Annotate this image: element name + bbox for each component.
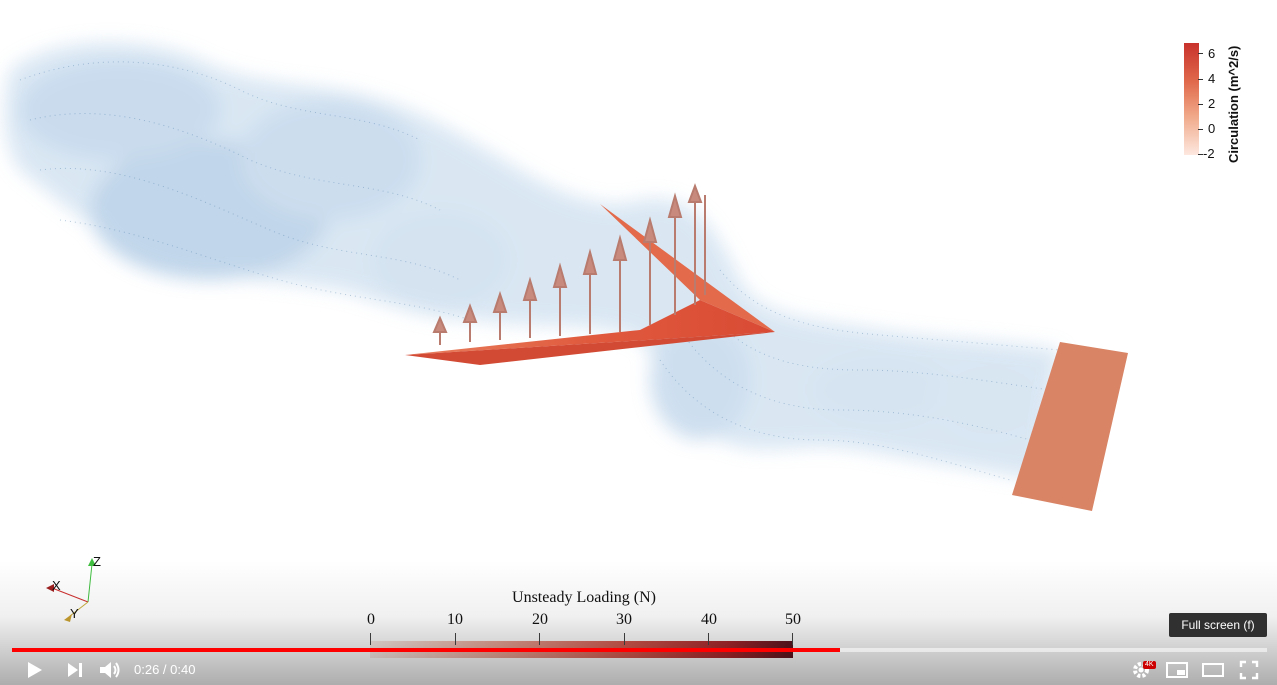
video-viewport[interactable]: Circulation (m^2/s) 6 4 2 0 -2 Z X Y Uns… xyxy=(0,0,1277,685)
volume-icon xyxy=(100,662,120,678)
circulation-tick-label: -2 xyxy=(1203,146,1215,161)
next-button[interactable] xyxy=(61,656,89,684)
current-time: 0:26 xyxy=(134,662,160,677)
circulation-tick-label: 4 xyxy=(1208,71,1216,86)
theater-icon xyxy=(1202,663,1224,677)
axis-x-label: X xyxy=(52,578,61,593)
skip-next-icon xyxy=(68,663,82,677)
time-display: 0:26 / 0:40 xyxy=(134,662,195,677)
loading-tick-label: 50 xyxy=(785,611,801,628)
circulation-title-text: Circulation (m^2/s) xyxy=(1226,45,1241,163)
volume-button[interactable] xyxy=(96,656,124,684)
loading-tick-label: 20 xyxy=(532,611,548,628)
time-separator: / xyxy=(159,662,171,677)
circulation-tick-mark xyxy=(1198,79,1203,80)
circulation-tick-mark xyxy=(1198,104,1203,105)
loading-tick-mark xyxy=(624,633,625,645)
circulation-tick-label: 0 xyxy=(1208,121,1216,136)
circulation-tick-label: 6 xyxy=(1208,46,1216,61)
settings-wrapper: 4K xyxy=(1131,659,1156,681)
circulation-tick-label: 2 xyxy=(1208,96,1216,111)
loading-tick-label: 0 xyxy=(367,611,375,628)
quality-badge: 4K xyxy=(1143,661,1156,669)
theater-mode-button[interactable] xyxy=(1199,656,1227,684)
fullscreen-icon xyxy=(1239,660,1259,680)
loading-tick-mark xyxy=(539,633,540,645)
axes-triad: Z X Y xyxy=(40,552,110,627)
loading-legend-title: Unsteady Loading (N) xyxy=(512,589,656,606)
loading-tick-label: 30 xyxy=(616,611,632,628)
progress-bar[interactable] xyxy=(12,648,1267,652)
play-button[interactable] xyxy=(20,656,48,684)
fullscreen-button[interactable] xyxy=(1235,656,1263,684)
loading-tick-mark xyxy=(708,633,709,645)
miniplayer-icon xyxy=(1166,662,1188,678)
circulation-tick-mark xyxy=(1198,129,1203,130)
loading-tick-label: 10 xyxy=(447,611,463,628)
play-icon xyxy=(28,662,42,678)
circulation-legend-title: Circulation (m^2/s) xyxy=(1226,35,1241,165)
axis-z-label: Z xyxy=(93,554,101,569)
loading-tick-mark xyxy=(455,633,456,645)
simulation-scene xyxy=(4,42,1128,511)
loading-tick-label: 40 xyxy=(701,611,717,628)
loading-tick-mark xyxy=(792,633,793,645)
axis-y-label: Y xyxy=(70,606,79,621)
vortex-wake xyxy=(4,42,1061,480)
circulation-colorbar xyxy=(1184,43,1199,155)
loading-tick-mark xyxy=(370,633,371,645)
fullscreen-tooltip: Full screen (f) xyxy=(1169,613,1267,637)
duration: 0:40 xyxy=(170,662,196,677)
settings-button[interactable]: 4K xyxy=(1128,656,1156,684)
miniplayer-button[interactable] xyxy=(1163,656,1191,684)
circulation-tick-mark xyxy=(1198,53,1203,54)
progress-played xyxy=(12,648,841,652)
